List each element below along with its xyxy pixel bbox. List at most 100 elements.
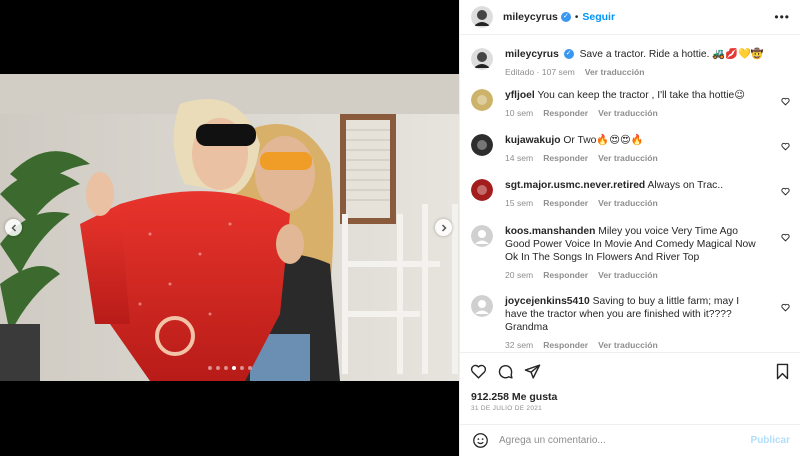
comment-input[interactable]	[499, 435, 751, 446]
comment-meta: 15 sem Responder Ver traducción	[505, 197, 764, 210]
carousel-dot	[208, 366, 212, 370]
bookmark-icon	[776, 363, 789, 380]
heart-icon	[781, 142, 790, 151]
emoji-smiley-icon	[473, 433, 488, 448]
likes-count[interactable]: 912.258 Me gusta	[471, 391, 557, 403]
chevron-left-icon	[10, 223, 16, 232]
comment-time: 10 sem	[505, 108, 534, 118]
author-username[interactable]: mileycyrus	[503, 11, 558, 23]
share-button[interactable]	[524, 363, 541, 380]
heart-icon	[781, 187, 790, 196]
commenter-avatar[interactable]	[471, 134, 493, 156]
heart-icon	[781, 233, 790, 242]
comment-item: joycejenkins5410 Saving to buy a little …	[471, 295, 790, 352]
previous-slide-button[interactable]	[5, 219, 22, 236]
comment-item: yfljoel You can keep the tractor , I'll …	[471, 89, 790, 134]
comment-meta: 20 sem Responder Ver traducción	[505, 269, 764, 282]
comment-time: 20 sem	[505, 270, 534, 280]
avatar-image	[471, 89, 493, 111]
instagram-post-view: mileycyrus ✓ • Seguir ••• mileycyrus ✓ S…	[0, 0, 800, 456]
carousel-dot	[216, 366, 220, 370]
comment-text: Or Two🔥😍😍🔥	[563, 135, 644, 146]
chevron-right-icon	[441, 223, 447, 232]
reply-link[interactable]: Responder	[543, 107, 588, 120]
more-options-icon[interactable]: •••	[774, 11, 790, 23]
avatar-image	[471, 48, 493, 70]
commenter-username[interactable]: joycejenkins5410	[505, 296, 590, 307]
next-slide-button[interactable]	[435, 219, 452, 236]
caption-username[interactable]: mileycyrus	[505, 49, 559, 60]
comment-item: kujawakujo Or Two🔥😍😍🔥 14 sem Responder Ver …	[471, 134, 790, 179]
reply-link[interactable]: Responder	[543, 339, 588, 352]
comment-body: kujawakujo Or Two🔥😍😍🔥 14 sem Responder Ver …	[505, 134, 790, 179]
avatar-image	[471, 295, 493, 317]
post-date: 31 DE JULIO DE 2021	[471, 405, 543, 412]
caption-avatar[interactable]	[471, 48, 493, 70]
comment-like-button[interactable]	[781, 138, 790, 156]
carousel-dot	[224, 366, 228, 370]
commenter-avatar[interactable]	[471, 89, 493, 111]
translate-link[interactable]: Ver traducción	[598, 269, 658, 282]
post-actions	[460, 352, 800, 390]
comment-like-button[interactable]	[781, 183, 790, 201]
heart-icon	[470, 364, 487, 379]
comment-time: 14 sem	[505, 153, 534, 163]
reply-link[interactable]: Responder	[543, 197, 588, 210]
comment-body: joycejenkins5410 Saving to buy a little …	[505, 295, 790, 352]
comment-button[interactable]	[497, 363, 514, 380]
comment-meta: 32 sem Responder Ver traducción	[505, 339, 764, 352]
comment-like-button[interactable]	[781, 93, 790, 111]
paper-plane-icon	[524, 364, 541, 379]
follow-button[interactable]: Seguir	[582, 11, 615, 23]
commenter-username[interactable]: sgt.major.usmc.never.retired	[505, 180, 645, 191]
comment-like-button[interactable]	[781, 299, 790, 317]
add-comment-bar: Publicar	[460, 424, 800, 456]
caption-text: Save a tractor. Ride a hottie. 🚜💋💛🤠	[579, 49, 764, 60]
comment-items: yfljoel You can keep the tractor , I'll …	[471, 89, 790, 352]
comment-item: koos.manshanden Miley you voice Very Tim…	[471, 225, 790, 295]
comment-text: Always on Trac..	[647, 180, 724, 191]
commenter-avatar[interactable]	[471, 225, 493, 247]
post-media	[0, 0, 459, 456]
author-avatar[interactable]	[471, 6, 493, 28]
post-photo[interactable]	[0, 74, 459, 381]
comment-meta: 10 sem Responder Ver traducción	[505, 107, 764, 120]
save-button[interactable]	[775, 363, 790, 380]
verified-badge-icon: ✓	[560, 12, 571, 22]
comment-meta: 14 sem Responder Ver traducción	[505, 152, 764, 165]
heart-icon	[781, 97, 790, 106]
carousel-indicator	[208, 366, 252, 370]
translate-link[interactable]: Ver traducción	[585, 66, 645, 79]
heart-icon	[781, 303, 790, 312]
reply-link[interactable]: Responder	[543, 152, 588, 165]
carousel-dot	[240, 366, 244, 370]
comment-time: 32 sem	[505, 340, 534, 350]
edited-label: Editado	[505, 67, 535, 77]
reply-link[interactable]: Responder	[543, 269, 588, 282]
avatar-image	[471, 179, 493, 201]
translate-link[interactable]: Ver traducción	[598, 339, 658, 352]
commenter-avatar[interactable]	[471, 179, 493, 201]
translate-link[interactable]: Ver traducción	[598, 197, 658, 210]
commenter-username[interactable]: yfljoel	[505, 90, 535, 101]
comments-list[interactable]: mileycyrus ✓ Save a tractor. Ride a hott…	[460, 36, 800, 352]
comment-body: yfljoel You can keep the tractor , I'll …	[505, 89, 790, 134]
commenter-avatar[interactable]	[471, 295, 493, 317]
verified-badge-icon: ✓	[563, 49, 574, 60]
publish-button[interactable]: Publicar	[751, 435, 790, 446]
post-header: mileycyrus ✓ • Seguir •••	[460, 0, 800, 35]
commenter-username[interactable]: koos.manshanden	[505, 226, 595, 237]
comment-body: sgt.major.usmc.never.retired Always on T…	[505, 179, 790, 225]
comment-time: 15 sem	[505, 198, 534, 208]
emoji-button[interactable]	[472, 432, 489, 449]
comment-like-button[interactable]	[781, 229, 790, 247]
comment-bubble-icon	[498, 365, 513, 379]
caption-body: mileycyrus ✓ Save a tractor. Ride a hott…	[505, 48, 790, 89]
post-caption: mileycyrus ✓ Save a tractor. Ride a hott…	[471, 36, 790, 89]
commenter-username[interactable]: kujawakujo	[505, 135, 561, 146]
translate-link[interactable]: Ver traducción	[598, 107, 658, 120]
translate-link[interactable]: Ver traducción	[598, 152, 658, 165]
avatar-image	[471, 134, 493, 156]
avatar-image	[471, 6, 493, 28]
like-button[interactable]	[470, 363, 487, 380]
